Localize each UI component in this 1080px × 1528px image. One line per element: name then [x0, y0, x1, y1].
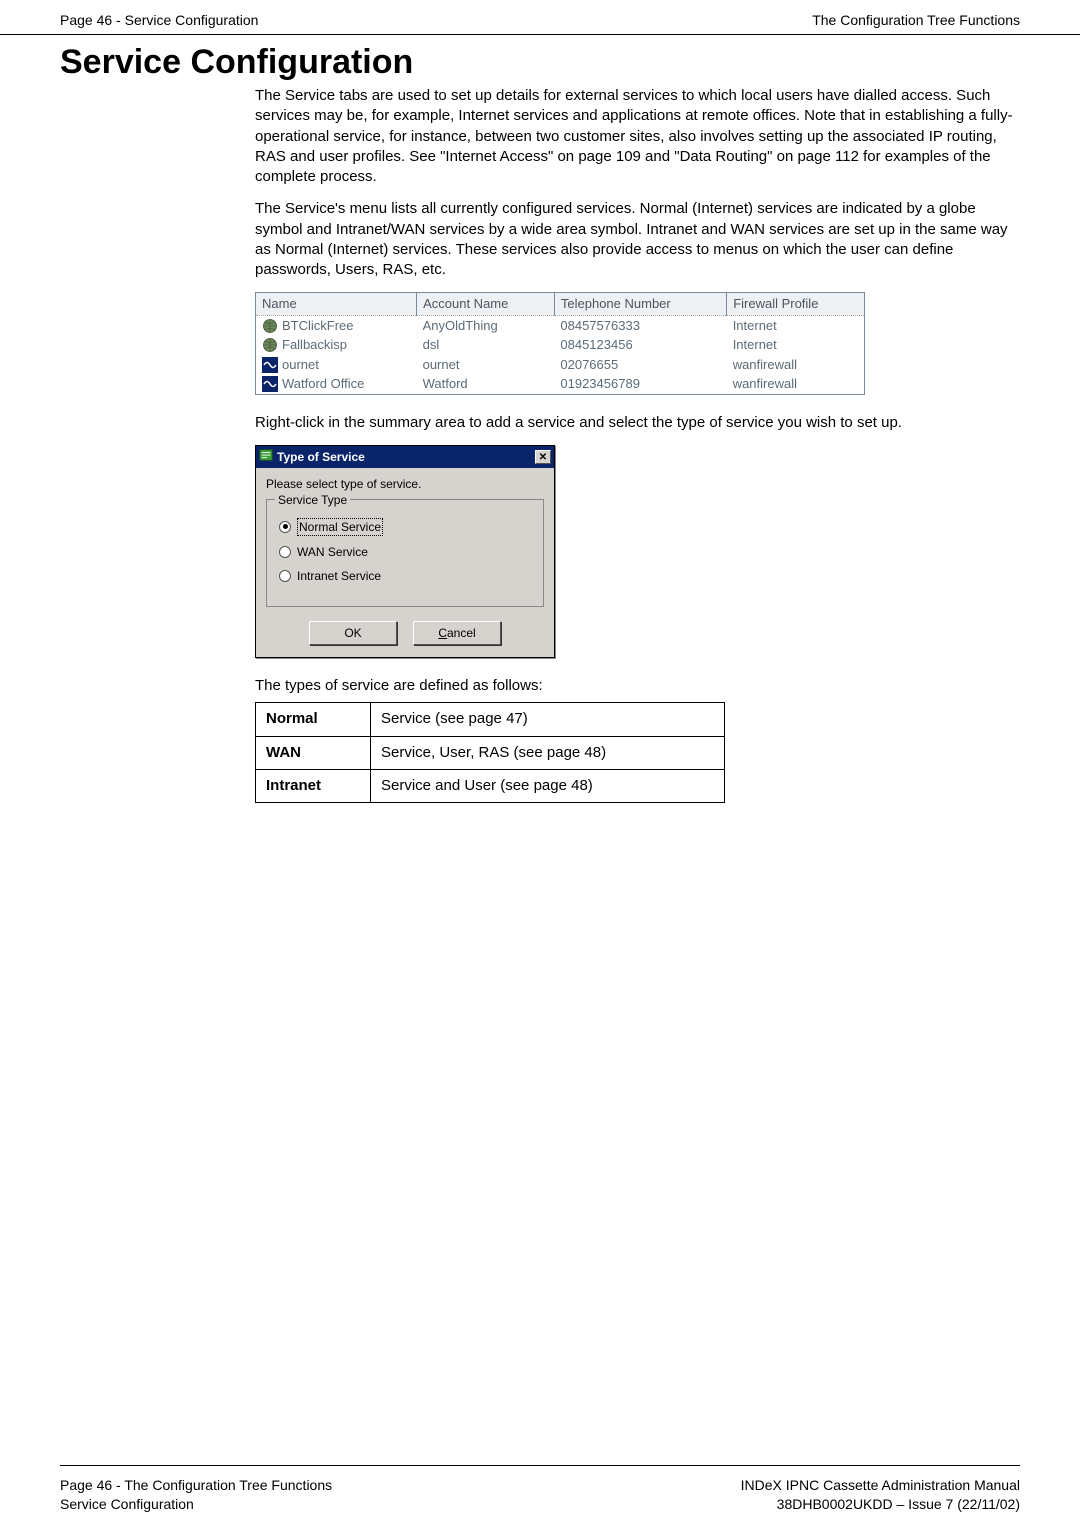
radio-label: Normal Service — [297, 518, 383, 536]
table-row: WAN Service, User, RAS (see page 48) — [256, 736, 725, 769]
service-account: Watford — [417, 374, 555, 394]
service-tel: 01923456789 — [554, 374, 726, 394]
radio-intranet-service[interactable]: Intranet Service — [279, 568, 531, 584]
page-footer: Page 46 - The Configuration Tree Functio… — [0, 1476, 1080, 1514]
service-name: ournet — [282, 356, 319, 374]
ok-button[interactable]: OK — [309, 621, 397, 645]
table-header-row: Name Account Name Telephone Number Firew… — [256, 293, 865, 316]
cancel-button[interactable]: Cancel — [413, 621, 501, 645]
services-table: Name Account Name Telephone Number Firew… — [255, 292, 865, 395]
wan-icon — [262, 376, 278, 392]
globe-icon — [262, 318, 278, 334]
col-account: Account Name — [417, 293, 555, 316]
dialog-app-icon — [259, 448, 273, 466]
footer-right-2: 38DHB0002UKDD – Issue 7 (22/11/02) — [741, 1495, 1020, 1514]
close-icon[interactable]: ✕ — [535, 450, 551, 464]
page-header: Page 46 - Service Configuration The Conf… — [0, 0, 1080, 35]
service-fw: Internet — [727, 335, 865, 355]
page-title: Service Configuration — [60, 43, 1020, 82]
table-row[interactable]: BTClickFree AnyOldThing 08457576333 Inte… — [256, 315, 865, 335]
dialog-titlebar[interactable]: Type of Service ✕ — [256, 446, 554, 468]
service-types-table: Normal Service (see page 47) WAN Service… — [255, 702, 725, 803]
type-label: Normal — [256, 703, 371, 736]
service-name: Fallbackisp — [282, 336, 347, 354]
header-right: The Configuration Tree Functions — [812, 12, 1020, 28]
wan-icon — [262, 357, 278, 373]
globe-icon — [262, 337, 278, 353]
service-tel: 0845123456 — [554, 335, 726, 355]
type-desc: Service and User (see page 48) — [371, 769, 725, 802]
table-row[interactable]: ournet ournet 02076655 wanfirewall — [256, 355, 865, 375]
service-fw: wanfirewall — [727, 374, 865, 394]
type-desc: Service, User, RAS (see page 48) — [371, 736, 725, 769]
service-tel: 08457576333 — [554, 315, 726, 335]
radio-label: WAN Service — [297, 544, 368, 560]
footer-left-1: Page 46 - The Configuration Tree Functio… — [60, 1476, 332, 1495]
radio-wan-service[interactable]: WAN Service — [279, 544, 531, 560]
service-account: dsl — [417, 335, 555, 355]
table-row: Intranet Service and User (see page 48) — [256, 769, 725, 802]
header-left: Page 46 - Service Configuration — [60, 12, 258, 28]
service-account: AnyOldThing — [417, 315, 555, 335]
service-name: Watford Office — [282, 375, 364, 393]
dialog-instruction: Please select type of service. — [266, 476, 544, 492]
type-label: Intranet — [256, 769, 371, 802]
paragraph-3: Right-click in the summary area to add a… — [255, 413, 1020, 433]
main-content: Service Configuration The Service tabs a… — [0, 35, 1080, 803]
service-name: BTClickFree — [282, 317, 354, 335]
footer-left-2: Service Configuration — [60, 1495, 332, 1514]
col-telephone: Telephone Number — [554, 293, 726, 316]
type-of-service-dialog: Type of Service ✕ Please select type of … — [255, 445, 555, 658]
footer-divider — [60, 1465, 1020, 1466]
service-type-group: Service Type Normal Service WAN Service … — [266, 499, 544, 608]
paragraph-1: The Service tabs are used to set up deta… — [255, 86, 1020, 187]
type-label: WAN — [256, 736, 371, 769]
service-fw: Internet — [727, 315, 865, 335]
type-desc: Service (see page 47) — [371, 703, 725, 736]
table-row: Normal Service (see page 47) — [256, 703, 725, 736]
service-account: ournet — [417, 355, 555, 375]
paragraph-2: The Service's menu lists all currently c… — [255, 199, 1020, 280]
radio-normal-service[interactable]: Normal Service — [279, 518, 531, 536]
group-legend: Service Type — [275, 492, 350, 508]
footer-right-1: INDeX IPNC Cassette Administration Manua… — [741, 1476, 1020, 1495]
table-row[interactable]: Fallbackisp dsl 0845123456 Internet — [256, 335, 865, 355]
dialog-title: Type of Service — [277, 449, 365, 465]
table-row[interactable]: Watford Office Watford 01923456789 wanfi… — [256, 374, 865, 394]
paragraph-4: The types of service are defined as foll… — [255, 676, 1020, 696]
radio-label: Intranet Service — [297, 568, 381, 584]
col-name: Name — [256, 293, 417, 316]
service-fw: wanfirewall — [727, 355, 865, 375]
service-tel: 02076655 — [554, 355, 726, 375]
col-firewall: Firewall Profile — [727, 293, 865, 316]
